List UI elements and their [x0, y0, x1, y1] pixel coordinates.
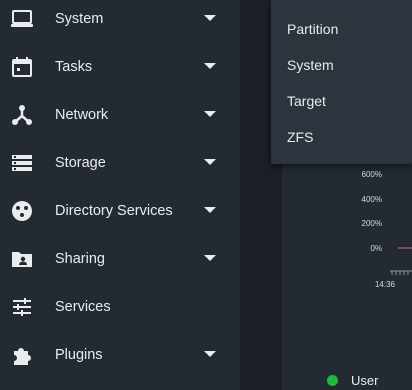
sidebar-item-label: Sharing — [55, 251, 105, 267]
sidebar-item-label: Plugins — [55, 347, 103, 363]
directory-services-icon — [10, 199, 34, 223]
laptop-icon — [10, 7, 34, 31]
chevron-down-icon — [204, 207, 216, 213]
y-tick-label: 600% — [361, 170, 382, 179]
menu-item-system[interactable]: System — [271, 47, 412, 83]
sidebar-item-label: Services — [55, 299, 111, 315]
chevron-down-icon — [204, 255, 216, 261]
sidebar-item-plugins[interactable]: Plugins — [0, 331, 240, 379]
y-tick-label: 400% — [361, 195, 382, 204]
puzzle-icon — [10, 343, 34, 367]
sidebar-item-tasks[interactable]: Tasks — [0, 43, 240, 91]
menu-item-zfs[interactable]: ZFS — [271, 119, 412, 155]
network-icon — [10, 103, 34, 127]
menu-item-partition[interactable]: Partition — [271, 11, 412, 47]
chevron-down-icon — [204, 159, 216, 165]
chart-plot — [390, 247, 412, 275]
x-tick-label: 14:36 — [374, 280, 396, 289]
sidebar-item-label: Network — [55, 107, 109, 123]
chevron-down-icon — [204, 15, 216, 21]
y-tick-label: 0% — [370, 244, 382, 253]
menu-item-target[interactable]: Target — [271, 83, 412, 119]
y-tick-label: 200% — [361, 219, 382, 228]
sidebar-item-network[interactable]: Network — [0, 91, 240, 139]
folder-shared-icon — [10, 247, 34, 271]
chevron-down-icon — [204, 63, 216, 69]
chevron-down-icon — [204, 351, 216, 357]
sidebar-item-directory-services[interactable]: Directory Services — [0, 187, 240, 235]
sidebar-item-storage[interactable]: Storage — [0, 139, 240, 187]
sidebar-item-label: Tasks — [55, 59, 93, 75]
storage-icon — [10, 151, 34, 175]
sidebar-item-sharing[interactable]: Sharing — [0, 235, 240, 283]
storage-dropdown-menu: Partition System Target ZFS — [271, 0, 412, 164]
calendar-icon — [10, 55, 34, 79]
legend-user-label: User — [351, 373, 379, 388]
sidebar-item-label: System — [55, 11, 104, 27]
sidebar-item-system[interactable]: System — [0, 0, 240, 43]
sidebar-item-label: Storage — [55, 155, 106, 171]
tune-icon — [10, 295, 34, 319]
sidebar: System Tasks Network Storage Directory S… — [0, 0, 240, 390]
sidebar-item-services[interactable]: Services — [0, 283, 240, 331]
chevron-down-icon — [204, 111, 216, 117]
legend-user-dot — [327, 375, 338, 386]
sidebar-item-label: Directory Services — [55, 203, 173, 219]
